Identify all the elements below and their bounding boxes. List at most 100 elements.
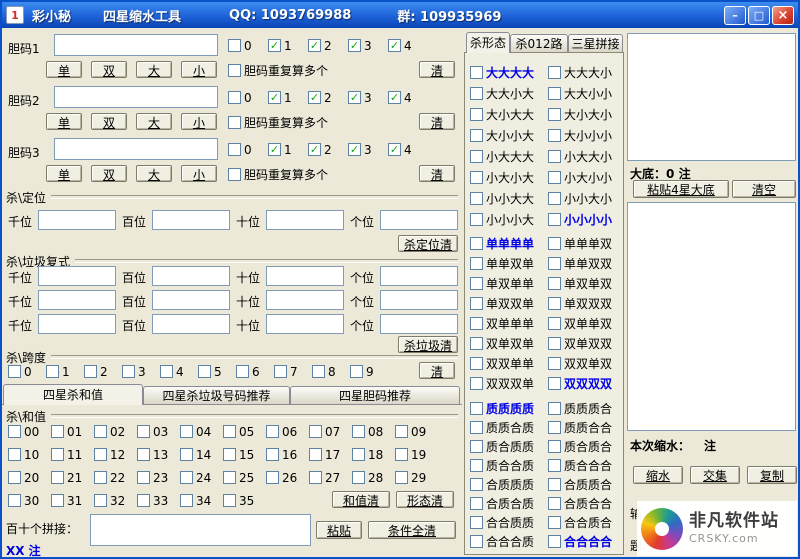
pattern-item[interactable]: 质合质质 [470,439,534,454]
clear-dadi-button[interactable]: 清空 [732,180,796,198]
sum-checkbox[interactable] [8,494,21,507]
sum-option[interactable]: 01 [51,424,82,439]
pattern-checkbox[interactable] [548,478,561,491]
dan-digit-checkbox[interactable]: ✓ [308,143,321,156]
dan-digit-option[interactable]: ✓ 3 [348,142,372,157]
splice-paste-button[interactable]: 粘贴 [316,521,362,539]
sum-option[interactable]: 33 [137,493,168,508]
pattern-item[interactable]: 合质质合 [548,477,612,492]
pattern-item[interactable]: 小小小小 [548,212,612,227]
sum-option[interactable]: 31 [51,493,82,508]
sum-checkbox[interactable] [137,425,150,438]
pattern-item[interactable]: 单双单单 [470,276,534,291]
pattern-checkbox[interactable] [548,421,561,434]
dan-digit-checkbox[interactable]: ✓ [348,143,361,156]
pattern-checkbox[interactable] [470,478,483,491]
sum-option[interactable]: 02 [94,424,125,439]
pattern-checkbox[interactable] [548,257,561,270]
sum-option[interactable]: 34 [180,493,211,508]
dadi-listbox[interactable] [627,33,796,161]
pattern-checkbox[interactable] [548,213,561,226]
kill-garbage-input[interactable] [152,290,230,310]
dan-digit-option[interactable]: 0 [228,38,252,53]
result-listbox[interactable] [627,202,796,431]
dan-big-button[interactable]: 大 [136,113,172,130]
dan-digit-checkbox[interactable]: ✓ [308,91,321,104]
sum-option[interactable]: 35 [223,493,254,508]
dan-repeat-checkbox[interactable] [228,116,241,129]
pattern-item[interactable]: 大小大大 [470,107,534,122]
sum-checkbox[interactable] [352,448,365,461]
pattern-item[interactable]: 质质合合 [548,420,612,435]
pattern-item[interactable]: 单双双双 [548,296,612,311]
sum-checkbox[interactable] [223,425,236,438]
pattern-item[interactable]: 双单单双 [548,316,612,331]
span-digit-checkbox[interactable] [46,365,59,378]
kill-garbage-input[interactable] [266,290,344,310]
pattern-item[interactable]: 合质质质 [470,477,534,492]
span-digit-option[interactable]: 5 [198,364,222,379]
pattern-item[interactable]: 合合质质 [470,515,534,530]
dan-big-button[interactable]: 大 [136,165,172,182]
pattern-checkbox[interactable] [548,129,561,142]
pattern-checkbox[interactable] [548,535,561,548]
dan-repeat-option[interactable]: 胆码重复算多个 [228,115,328,130]
sum-checkbox[interactable] [309,448,322,461]
kill-garbage-input[interactable] [38,266,116,286]
span-digit-option[interactable]: 8 [312,364,336,379]
sum-option[interactable]: 16 [266,447,297,462]
span-digit-checkbox[interactable] [350,365,363,378]
dan-clear-button[interactable]: 清 [419,165,455,182]
close-icon[interactable]: × [772,5,794,25]
dan-digit-checkbox[interactable] [228,91,241,104]
dan-digit-option[interactable]: ✓ 2 [308,38,332,53]
sum-option[interactable]: 23 [137,470,168,485]
pattern-item[interactable]: 质质质质 [470,401,534,416]
span-clear-button[interactable]: 清 [419,362,455,379]
sum-checkbox[interactable] [8,425,21,438]
pattern-item[interactable]: 大大小小 [548,86,612,101]
pattern-item[interactable]: 合合质合 [548,515,612,530]
dan-digit-option[interactable]: ✓ 1 [268,142,292,157]
dan-digit-checkbox[interactable]: ✓ [388,143,401,156]
pattern-item[interactable]: 质合合合 [548,458,612,473]
dan-digit-option[interactable]: ✓ 4 [388,90,412,105]
sum-checkbox[interactable] [223,448,236,461]
kill-garbage-input[interactable] [38,314,116,334]
pattern-item[interactable]: 合合合合 [548,534,612,549]
pattern-checkbox[interactable] [548,171,561,184]
pattern-checkbox[interactable] [470,440,483,453]
sum-option[interactable]: 26 [266,470,297,485]
dan-digit-checkbox[interactable]: ✓ [388,39,401,52]
dan-input[interactable] [54,86,218,108]
dan-input[interactable] [54,34,218,56]
sum-checkbox[interactable] [94,471,107,484]
sum-option[interactable]: 10 [8,447,39,462]
pattern-checkbox[interactable] [470,150,483,163]
pattern-item[interactable]: 单单双双 [548,256,612,271]
sum-option[interactable]: 15 [223,447,254,462]
pattern-checkbox[interactable] [470,192,483,205]
pattern-item[interactable]: 大小小大 [470,128,534,143]
sum-checkbox[interactable] [180,448,193,461]
dan-digit-option[interactable]: ✓ 4 [388,38,412,53]
sum-option[interactable]: 08 [352,424,383,439]
sum-checkbox[interactable] [395,471,408,484]
pattern-checkbox[interactable] [470,497,483,510]
kill-position-input[interactable] [380,210,458,230]
kill-position-input[interactable] [152,210,230,230]
kill-garbage-input[interactable] [380,266,458,286]
dan-odd-button[interactable]: 单 [46,61,82,78]
copy-button[interactable]: 复制 [747,466,797,484]
span-digit-checkbox[interactable] [8,365,21,378]
pattern-item[interactable]: 小大小大 [470,170,534,185]
pattern-item[interactable]: 单单单双 [548,236,612,251]
sum-option[interactable]: 30 [8,493,39,508]
pattern-checkbox[interactable] [548,317,561,330]
pattern-checkbox[interactable] [548,66,561,79]
shape-clear-button[interactable]: 形态清 [396,491,454,508]
pattern-item[interactable]: 大小小小 [548,128,612,143]
pattern-item[interactable]: 单双双单 [470,296,534,311]
dan-digit-option[interactable]: ✓ 2 [308,142,332,157]
sum-checkbox[interactable] [395,448,408,461]
